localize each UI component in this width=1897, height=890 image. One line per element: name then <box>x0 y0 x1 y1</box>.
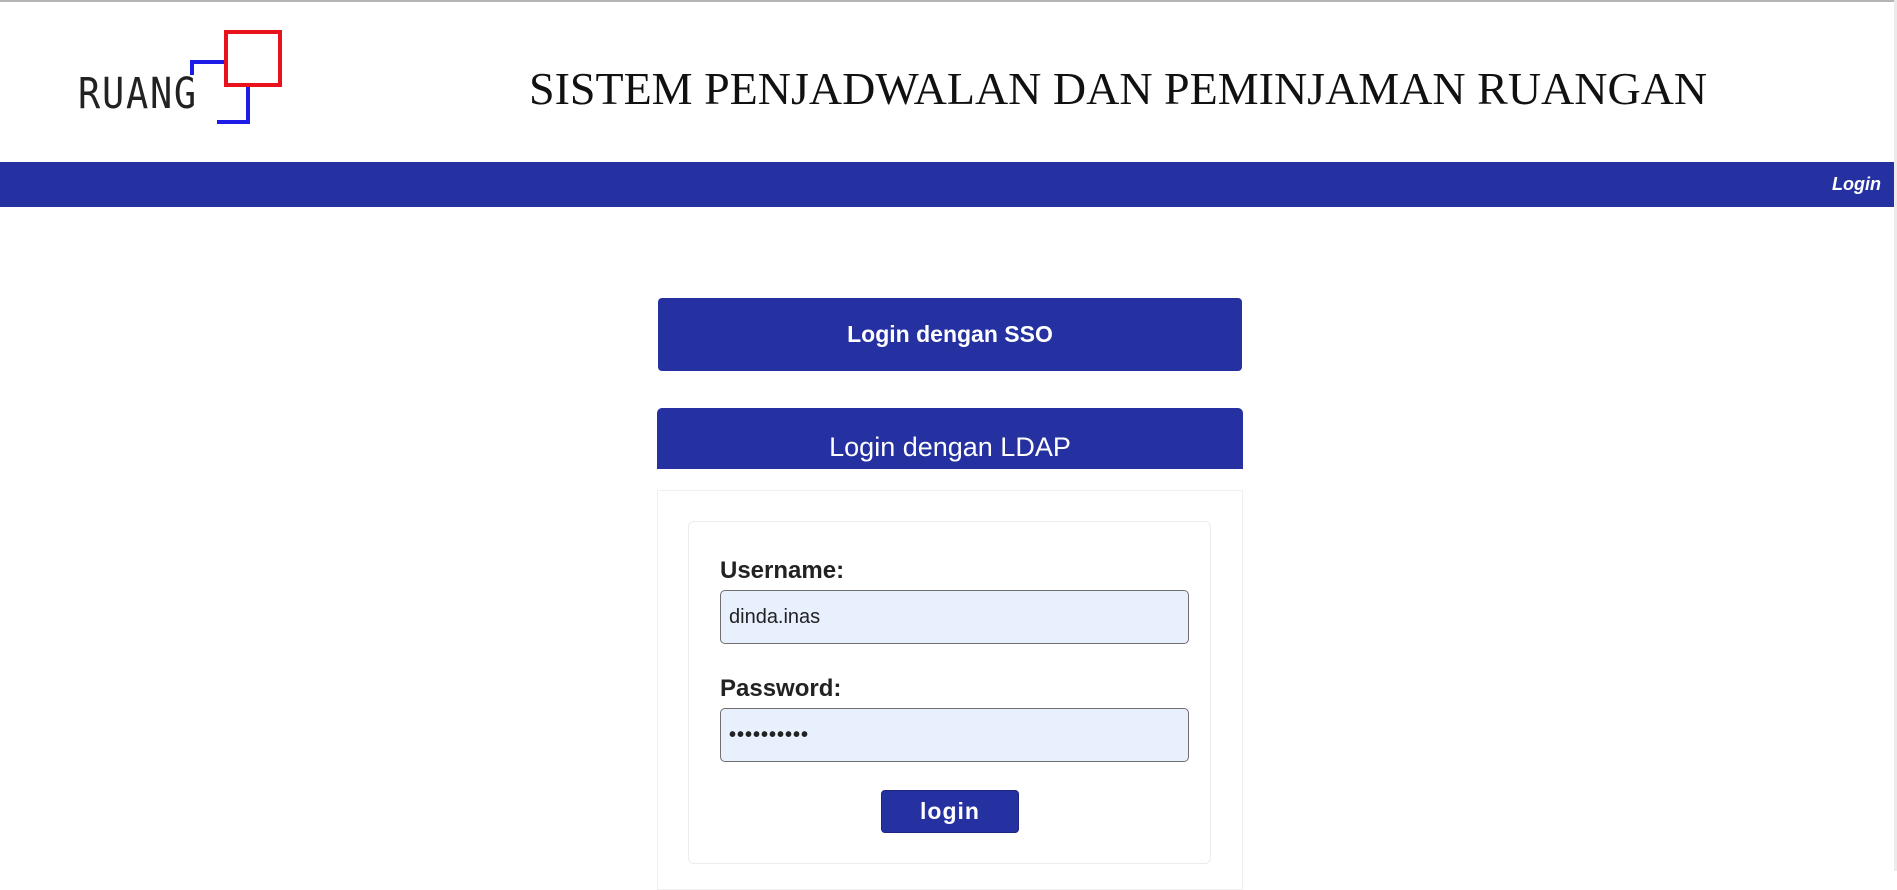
login-submit-button[interactable]: login <box>881 790 1019 833</box>
site-title: SISTEM PENJADWALAN DAN PEMINJAMAN RUANGA… <box>529 63 1708 114</box>
site-header: RUANG SISTEM PENJADWALAN DAN PEMINJAMAN … <box>0 2 1894 162</box>
password-input[interactable] <box>720 708 1189 762</box>
ldap-panel-header: Login dengan LDAP <box>657 408 1243 469</box>
logo-blue-bracket-bottom <box>217 87 250 124</box>
ruang-logo[interactable]: RUANG <box>78 28 293 128</box>
sso-login-button[interactable]: Login dengan SSO <box>658 298 1242 371</box>
password-label: Password: <box>720 675 842 702</box>
navbar: Login <box>0 162 1894 207</box>
logo-red-square <box>224 30 282 87</box>
nav-login-link[interactable]: Login <box>1832 174 1881 195</box>
logo-text: RUANG <box>78 69 198 119</box>
username-label: Username: <box>720 557 845 584</box>
username-input[interactable] <box>720 590 1189 644</box>
